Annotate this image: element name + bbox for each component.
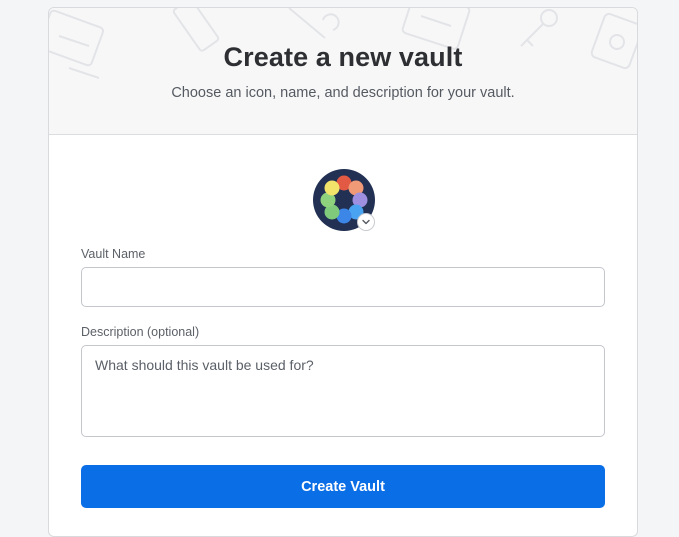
create-vault-card: Create a new vault Choose an icon, name,…	[48, 7, 638, 537]
create-vault-button[interactable]: Create Vault	[81, 465, 605, 508]
vault-name-label: Vault Name	[81, 247, 146, 261]
page-subtitle: Choose an icon, name, and description fo…	[171, 85, 515, 101]
page-title: Create a new vault	[223, 42, 463, 72]
chevron-down-icon	[362, 219, 370, 225]
icon-picker-dropdown-button[interactable]	[357, 213, 375, 231]
vault-name-input[interactable]	[81, 267, 605, 307]
description-label: Description (optional)	[81, 325, 200, 339]
key-icon	[520, 9, 558, 47]
description-textarea[interactable]	[81, 345, 605, 437]
card-header: Create a new vault Choose an icon, name,…	[49, 8, 637, 135]
wrench-icon	[288, 8, 340, 39]
